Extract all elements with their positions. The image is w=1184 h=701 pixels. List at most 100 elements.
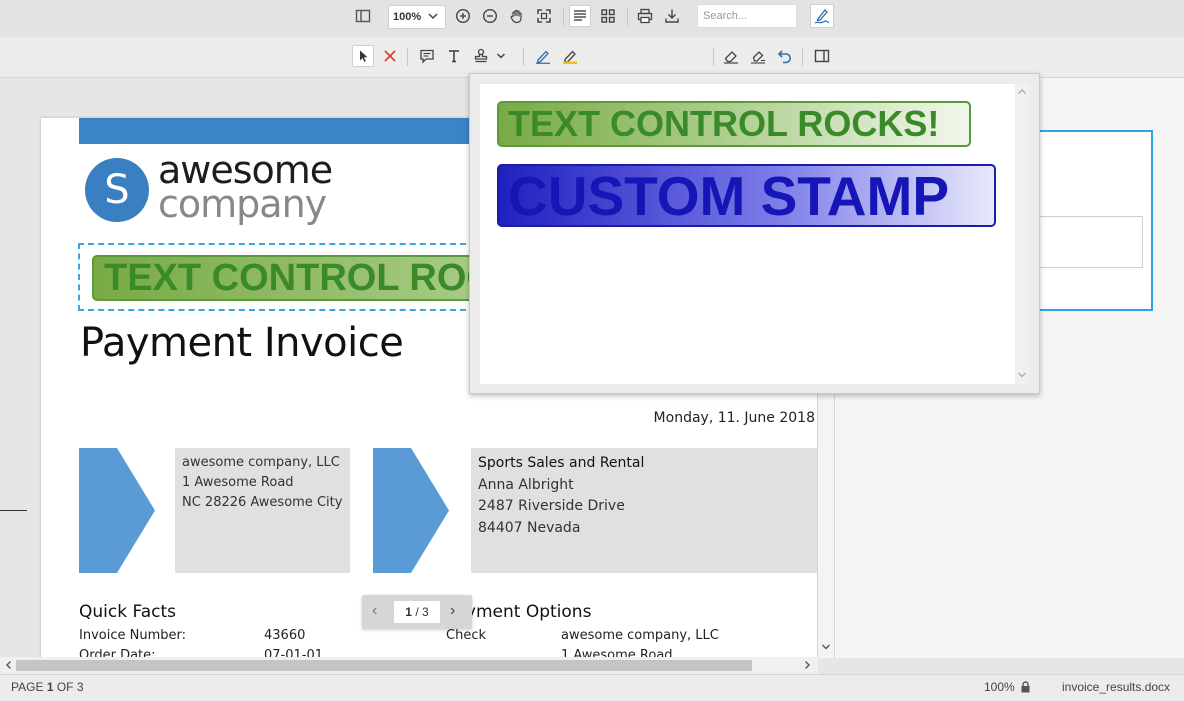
fit-page-button[interactable]	[533, 5, 555, 27]
chevron-left-icon[interactable]	[4, 660, 14, 670]
stamp-icon	[474, 48, 488, 63]
page-left-rule	[0, 510, 27, 511]
status-bar: PAGE 1 OF 3 100% invoice_results.docx	[0, 674, 1184, 701]
eraser-button[interactable]	[720, 45, 742, 67]
page-status: PAGE 1 OF 3	[11, 680, 84, 694]
download-button[interactable]	[661, 5, 683, 27]
signature-pen-icon	[814, 9, 830, 24]
comment-icon	[420, 49, 434, 64]
toolbar-divider	[627, 8, 628, 26]
company-logo-icon: S	[85, 158, 149, 222]
toolbar-divider	[407, 48, 408, 66]
clear-ink-button[interactable]	[747, 45, 769, 67]
stamp-tool-button[interactable]	[470, 45, 492, 67]
toolbar-divider	[802, 48, 803, 66]
toolbar-divider	[563, 8, 564, 26]
logo-line-2: company	[158, 182, 327, 226]
page-prefix: PAGE	[11, 680, 44, 694]
file-name: invoice_results.docx	[1062, 680, 1171, 694]
stamp-chooser-popup: TEXT CONTROL ROCKS! CUSTOM STAMP	[469, 73, 1040, 394]
zoom-select[interactable]: 100%	[388, 5, 446, 29]
select-tool-button[interactable]	[352, 45, 374, 67]
zoom-out-icon	[482, 8, 498, 24]
logo-initial: S	[104, 167, 130, 213]
sender-line: awesome company, LLC	[182, 455, 340, 470]
page-of: OF	[56, 680, 74, 694]
pan-tool-button[interactable]	[506, 5, 528, 27]
eraser-icon	[724, 51, 738, 64]
continuous-view-button[interactable]	[569, 5, 591, 27]
zoom-value: 100%	[393, 11, 422, 23]
chevron-arrow-shape	[373, 448, 449, 573]
zoom-in-icon	[455, 8, 471, 24]
quick-facts-heading: Quick Facts	[79, 602, 176, 622]
undo-button[interactable]	[774, 45, 796, 67]
stamp-option[interactable]: CUSTOM STAMP	[497, 164, 996, 227]
horizontal-scrollbar[interactable]	[0, 657, 818, 674]
cursor-arrow-icon	[360, 50, 368, 62]
panel-icon	[355, 9, 371, 23]
annotation-panel-toggle[interactable]	[811, 45, 833, 67]
toolbar-divider	[713, 48, 714, 66]
chevron-up-icon[interactable]	[1017, 87, 1027, 97]
eraser-lines-icon	[751, 51, 765, 64]
pager-total: 3	[422, 605, 429, 619]
main-toolbar: 100%	[0, 0, 1184, 38]
toolbar-divider	[523, 48, 524, 66]
hand-icon	[510, 9, 522, 24]
search-input[interactable]	[697, 4, 797, 28]
ink-pen-button[interactable]	[532, 45, 554, 67]
page-indicator[interactable]: 1 / 3	[394, 601, 440, 623]
stamp-option[interactable]: TEXT CONTROL ROCKS!	[497, 101, 971, 147]
lock-icon	[1021, 681, 1030, 693]
page-title: Payment Invoice	[80, 320, 404, 366]
printer-icon	[637, 8, 653, 24]
next-page-icon[interactable]: ›	[450, 603, 455, 619]
thumbnail-view-button[interactable]	[597, 5, 619, 27]
panel-right-icon	[814, 49, 830, 63]
recipient-line: Sports Sales and Rental	[478, 455, 645, 471]
fact-value: 43660	[264, 628, 306, 643]
recipient-line: Anna Albright	[478, 476, 574, 493]
print-button[interactable]	[634, 5, 656, 27]
scroll-thumb[interactable]	[16, 660, 752, 671]
undo-icon	[777, 50, 791, 64]
zoom-in-button[interactable]	[452, 5, 474, 27]
payment-value: awesome company, LLC	[561, 628, 719, 643]
chevron-down-icon	[496, 53, 506, 59]
chevron-right-icon[interactable]	[802, 660, 812, 670]
stamp-list: TEXT CONTROL ROCKS! CUSTOM STAMP	[480, 84, 1015, 384]
chevron-arrow-shape	[79, 448, 155, 573]
highlighter-button[interactable]	[559, 45, 581, 67]
signature-mode-button[interactable]	[810, 4, 834, 28]
close-icon	[384, 50, 396, 62]
text-lines-icon	[574, 10, 586, 21]
sender-address: awesome company, LLC 1 Awesome Road NC 2…	[175, 448, 350, 573]
popup-scrollbar[interactable]	[1015, 84, 1029, 384]
chevron-down-icon[interactable]	[821, 642, 831, 652]
fullscreen-icon	[537, 9, 551, 23]
text-tool-button[interactable]	[443, 45, 465, 67]
recipient-line: 84407 Nevada	[478, 519, 581, 536]
status-zoom: 100%	[984, 680, 1015, 694]
zoom-out-button[interactable]	[479, 5, 501, 27]
sidebar-toggle-button[interactable]	[352, 5, 374, 27]
page-navigator: ‹ 1 / 3 ›	[362, 595, 472, 629]
sender-line: 1 Awesome Road	[182, 475, 294, 490]
grid-icon	[601, 9, 615, 23]
text-icon	[449, 50, 459, 63]
previous-page-icon[interactable]: ‹	[372, 603, 377, 619]
sender-line: NC 28226 Awesome City	[182, 495, 343, 510]
page-current: 1	[46, 680, 54, 694]
side-dialog-input[interactable]	[1038, 216, 1143, 268]
delete-annotation-button[interactable]	[379, 45, 401, 67]
recipient-address: Sports Sales and Rental Anna Albright 24…	[471, 448, 817, 573]
pen-icon	[536, 50, 550, 64]
highlighter-icon	[563, 50, 577, 64]
invoice-date: Monday, 11. June 2018	[653, 410, 815, 426]
chevron-down-icon[interactable]	[1017, 370, 1027, 380]
recipient-line: 2487 Riverside Drive	[478, 498, 625, 514]
stamp-dropdown-button[interactable]	[491, 45, 511, 67]
comment-tool-button[interactable]	[416, 45, 438, 67]
annotation-toolbar: Aa	[0, 37, 1184, 104]
